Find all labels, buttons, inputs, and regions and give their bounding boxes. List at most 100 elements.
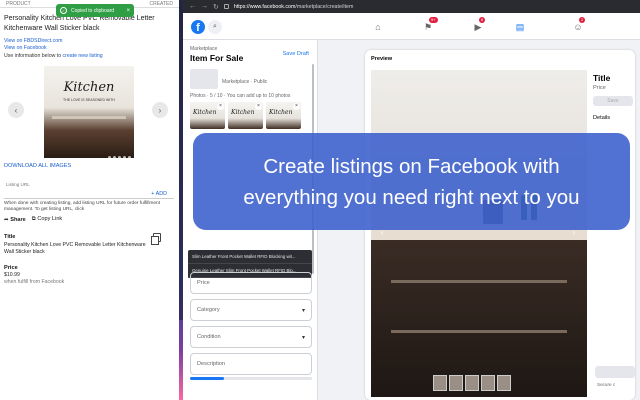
avatar [190,69,218,89]
condition-placeholder: Condition [197,334,221,340]
preview-secure-label: Secure c [597,382,616,387]
toast-text: Copied to clipboard [71,7,115,14]
category-select[interactable]: Category ▾ [190,299,312,321]
price-section-note: when fulfill from Facebook [4,279,65,285]
create-listing-link[interactable]: create new listing [63,53,103,59]
promo-banner: Create listings on Facebook with everyth… [193,133,630,230]
preview-photo-cabinet [371,240,587,397]
preview-photo: ‹ › [371,70,587,397]
preview-thumbnail-strip [433,375,511,391]
back-icon[interactable]: ← [189,3,196,10]
preview-price: Price [593,85,606,91]
reload-icon[interactable]: ↻ [213,3,219,11]
promo-banner-text: Create listings on Facebook with everyth… [243,154,580,209]
remove-photo-icon[interactable]: × [293,103,300,110]
groups-badge: 2 [579,17,586,23]
category-placeholder: Category [197,307,220,313]
product-image-shelf [52,116,126,119]
privacy-label: Marketplace · Public [222,79,268,85]
carousel-prev-button[interactable]: ‹ [8,102,24,118]
product-title: Personality Kitchen Love PVC Removable L… [4,15,155,32]
tab-product[interactable]: PRODUCT [6,0,31,7]
url-path: /marketplace/create/item [295,3,354,10]
image-carousel: Kitchen THE LOVE IS SEASONED WITH ‹ › [0,62,179,158]
thumbnail-label: Kitchen [231,109,255,116]
instruction-text: Use information below to [4,53,62,59]
progress-fill [190,377,225,380]
price-placeholder: Price [197,280,210,286]
photo-thumbnail[interactable]: Kitchen × [228,102,263,129]
check-circle-icon: ✓ [60,7,67,14]
thumbnail-label: Kitchen [193,109,217,116]
carousel-dots[interactable] [108,156,131,158]
flag-badge: 9+ [429,17,438,23]
thumbnail-label: Kitchen [269,109,293,116]
price-section-label: Price [4,265,18,271]
remove-photo-icon[interactable]: × [217,103,224,110]
listing-progress-bar [190,377,312,380]
product-image: Kitchen THE LOVE IS SEASONED WITH [44,66,134,158]
listing-url-label: Listing URL [6,182,30,187]
browser-toolbar: ← → ↻ https://www.facebook.com/marketpla… [183,0,640,13]
photos-info: Photos · 5 / 10 · You can add up to 10 p… [190,93,291,99]
share-label: Share [10,216,26,223]
listing-url-input[interactable] [4,198,174,199]
preview-label: Preview [371,56,393,62]
search-icon[interactable]: ⌕ [208,20,222,34]
download-all-images-link[interactable]: DOWNLOAD ALL IMAGES [4,163,71,169]
preview-save-button: Save [593,96,633,106]
title-section-label: Title [4,234,16,240]
product-image-subtext: THE LOVE IS SEASONED WITH [63,98,115,102]
lock-icon [223,4,229,9]
view-on-fbdsdirect-link[interactable]: View on FBDSDirect.com [4,38,62,44]
facebook-logo-icon[interactable]: f [191,20,205,34]
url-host: https://www.facebook.com [233,3,296,10]
watch-badge: 6 [479,17,486,23]
photo-thumbnails: Kitchen × Kitchen × Kitchen × [190,102,301,129]
view-on-facebook-link[interactable]: View on Facebook [4,45,47,51]
photo-thumbnail[interactable]: Kitchen × [190,102,225,129]
listing-help-text: When done with creating listing, add lis… [4,201,161,213]
condition-select[interactable]: Condition ▾ [190,326,312,348]
cabinet-drawer [391,330,567,333]
save-draft-button[interactable]: Save Draft [283,51,309,57]
groups-icon[interactable]: ☺ 2 [570,17,586,35]
photo-thumbnail[interactable]: Kitchen × [266,102,301,129]
preview-title: Title [593,73,611,83]
cabinet-drawer [391,280,567,283]
description-field[interactable]: Description [190,353,312,375]
facebook-header: f ⌕ ⌂ ⚑ 9+ ▶ 6 ▤ ☺ 2 [183,13,640,53]
flag-icon[interactable]: ⚑ 9+ [420,17,438,35]
toast-close-icon[interactable]: × [126,8,130,14]
suggestion-item[interactable]: Slim Leather Front Pocket Wallet RFID Bl… [188,250,312,264]
description-placeholder: Description [197,361,225,367]
product-image-sign: Kitchen [63,80,115,95]
instruction-note: Use information below to create new list… [4,53,103,59]
add-listing-url-button[interactable]: + ADD [151,191,167,197]
price-field[interactable]: Price [190,272,312,294]
carousel-next-button[interactable]: › [152,102,168,118]
copy-icon[interactable] [151,233,161,245]
copy-link-label: Copy Link [37,216,63,222]
price-section-value: $10.99 [4,272,20,278]
remove-photo-icon[interactable]: × [255,103,262,110]
chevron-down-icon: ▾ [301,334,305,341]
breadcrumb[interactable]: Marketplace [190,46,217,52]
tab-created[interactable]: CREATED [149,0,173,7]
preview-details-label: Details [593,115,611,121]
page-title: Item For Sale [190,53,244,63]
title-section-value: Personality Kitchen Love PVC Removable L… [4,242,146,255]
forward-icon[interactable]: → [201,3,208,10]
copied-toast: ✓ Copied to clipboard × [56,4,134,17]
copy-link-button[interactable]: ⧉ Copy Link [32,216,62,223]
home-icon[interactable]: ⌂ [370,19,386,35]
address-bar[interactable]: https://www.facebook.com/marketplace/cre… [234,4,354,10]
watch-icon[interactable]: ▶ 6 [470,17,486,35]
share-button[interactable]: ➦ Share [4,217,26,223]
help-actions: ➦ Share ⧉ Copy Link [4,216,62,223]
preview-message-button [595,366,635,378]
marketplace-icon[interactable]: ▤ [512,19,528,35]
preview-details-column: Title Price Save Details Secure c [589,70,635,397]
chevron-down-icon: ▾ [301,307,305,314]
extension-panel: PRODUCT CREATED ✓ Copied to clipboard × … [0,0,179,400]
